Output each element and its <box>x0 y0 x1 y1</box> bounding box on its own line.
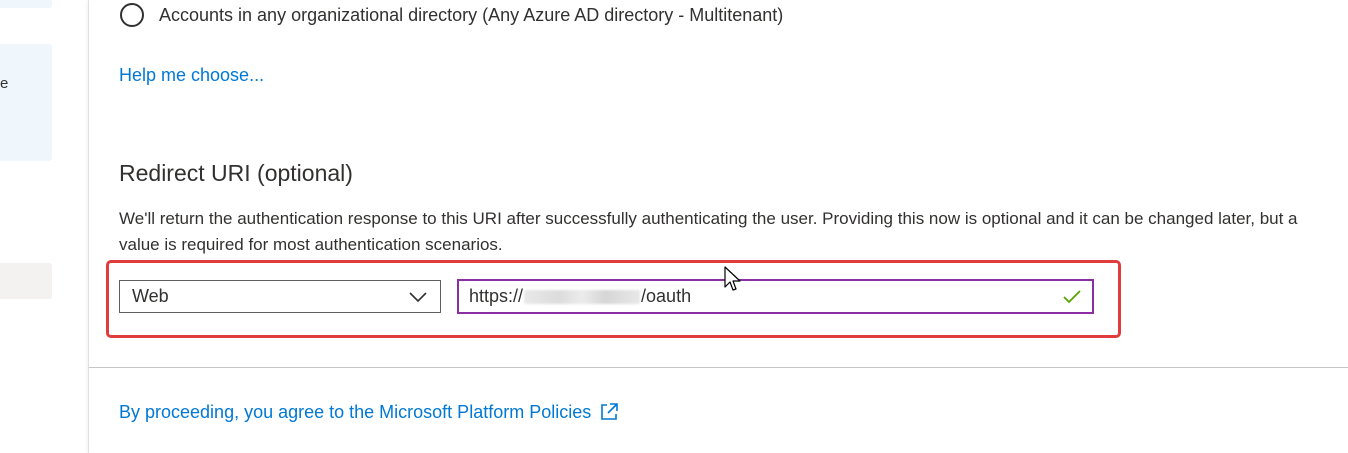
external-link-icon <box>601 403 619 420</box>
left-blade-background: e <box>0 0 89 453</box>
multitenant-radio[interactable] <box>120 3 144 27</box>
platform-policies-link[interactable]: By proceeding, you agree to the Microsof… <box>119 401 620 423</box>
left-blade-gray-box[interactable] <box>0 263 52 299</box>
section-divider <box>89 367 1348 368</box>
redirect-uri-description: We'll return the authentication response… <box>119 209 1298 254</box>
help-me-choose-link[interactable]: Help me choose... <box>119 65 264 86</box>
mouse-pointer-icon <box>724 266 741 291</box>
left-blade-partial-text: e <box>0 75 8 92</box>
left-blade-box-top <box>0 0 52 8</box>
account-type-multitenant-option[interactable]: Accounts in any organizational directory… <box>120 3 783 27</box>
redirect-uri-title: Redirect URI (optional) <box>119 160 353 186</box>
platform-policies-link-text: By proceeding, you agree to the Microsof… <box>119 401 592 422</box>
left-blade-info-box: e <box>0 44 52 161</box>
multitenant-radio-label: Accounts in any organizational directory… <box>159 4 784 25</box>
annotation-highlight-box <box>106 260 1121 338</box>
